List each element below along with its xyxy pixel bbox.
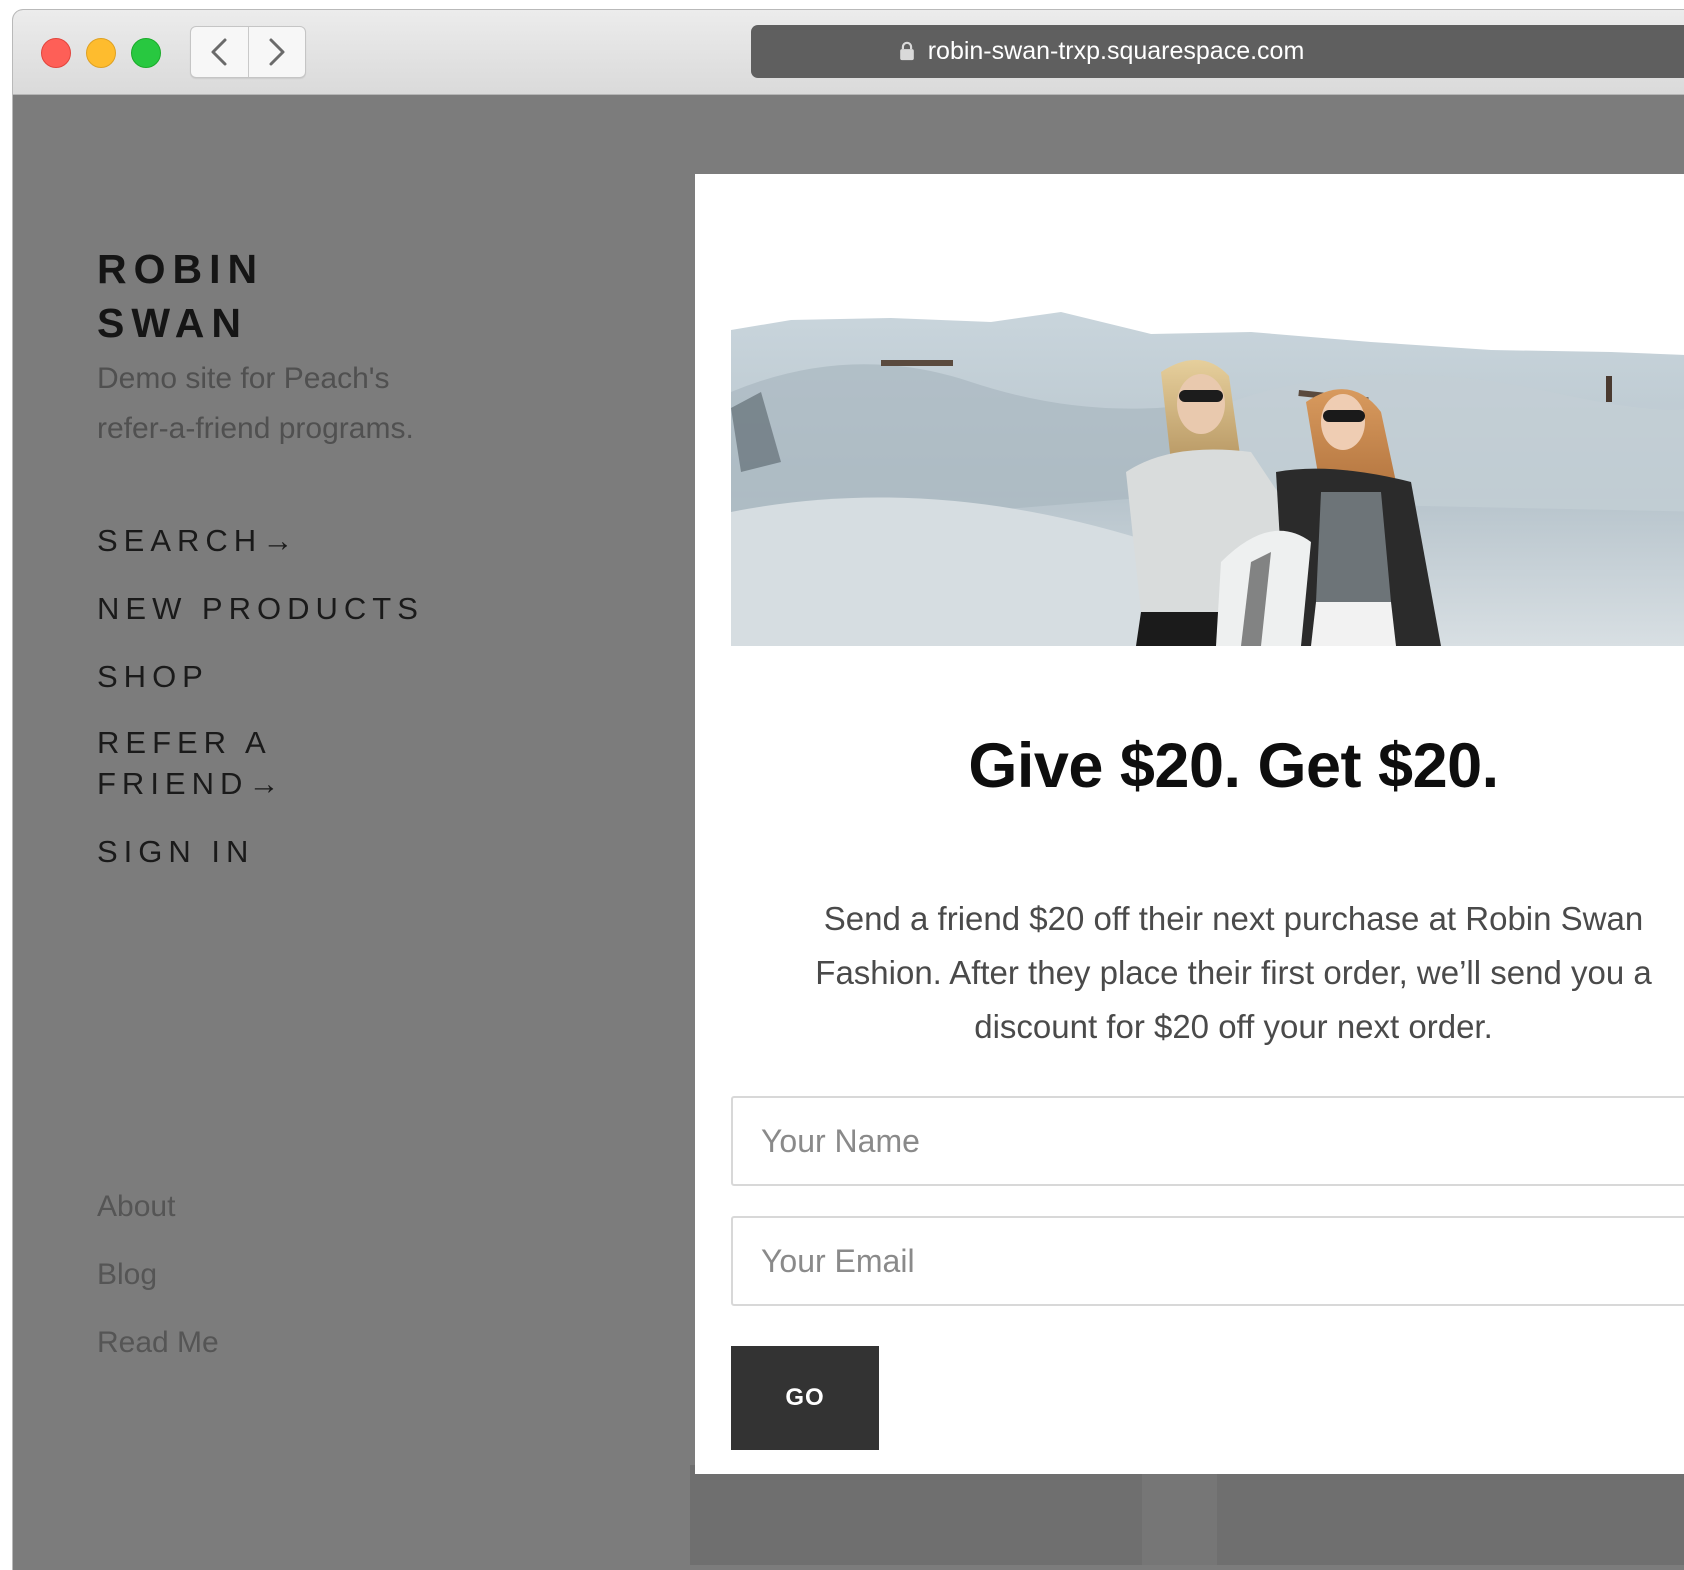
minimize-window-button[interactable] (86, 38, 116, 68)
chevron-left-icon (211, 38, 227, 66)
nav-new-products[interactable]: NEW PRODUCTS (97, 588, 517, 629)
lock-icon (899, 41, 914, 60)
refer-a-friend-modal: Give $20. Get $20. Send a friend $20 off… (695, 174, 1684, 1474)
nav-refer-line: REFER A (97, 725, 272, 760)
nav-shop[interactable]: SHOP (97, 656, 517, 697)
url-text: robin-swan-trxp.squarespace.com (927, 37, 1305, 65)
address-bar[interactable]: robin-swan-trxp.squarespace.com (751, 25, 1684, 78)
site-tagline: Demo site for Peach's refer-a-friend pro… (97, 354, 497, 454)
nav-read-me[interactable]: Read Me (97, 1326, 219, 1360)
go-button[interactable]: GO (731, 1346, 879, 1450)
modal-heading: Give $20. Get $20. (968, 731, 1499, 801)
main-navigation: SEARCH→ NEW PRODUCTS SHOP REFER A FRIEND… (97, 520, 517, 899)
background-content (690, 1465, 1684, 1565)
nav-sign-in[interactable]: SIGN IN (97, 831, 517, 872)
nav-search[interactable]: SEARCH→ (97, 520, 517, 561)
background-block (690, 1465, 1142, 1565)
forward-button[interactable] (247, 27, 306, 77)
your-name-input[interactable] (731, 1096, 1684, 1186)
maximize-window-button[interactable] (131, 38, 161, 68)
your-email-input[interactable] (731, 1216, 1684, 1306)
tagline-line: refer-a-friend programs. (97, 412, 414, 445)
logo-line: ROBIN (97, 246, 265, 292)
description-line: discount for $20 off your next order. (974, 1008, 1493, 1045)
logo-line: SWAN (97, 300, 248, 346)
hero-photo (731, 312, 1684, 646)
close-window-button[interactable] (41, 38, 71, 68)
browser-nav-buttons (190, 26, 306, 78)
nav-refer-line: FRIEND→ (97, 766, 286, 801)
nav-refer-a-friend[interactable]: REFER A FRIEND→ (97, 722, 517, 804)
nav-blog[interactable]: Blog (97, 1258, 219, 1292)
hero-image (731, 312, 1684, 646)
description-line: Fashion. After they place their first or… (815, 954, 1652, 991)
modal-description: Send a friend $20 off their next purchas… (731, 892, 1684, 1054)
nav-about[interactable]: About (97, 1190, 219, 1224)
footer-navigation: About Blog Read Me (97, 1190, 219, 1394)
browser-titlebar: robin-swan-trxp.squarespace.com (13, 10, 1684, 95)
chevron-right-icon (269, 38, 285, 66)
site-logo[interactable]: ROBIN SWAN (97, 242, 457, 350)
description-line: Send a friend $20 off their next purchas… (823, 900, 1644, 937)
browser-window: robin-swan-trxp.squarespace.com ROBIN SW… (13, 10, 1684, 1570)
back-button[interactable] (191, 27, 248, 77)
background-block (1217, 1465, 1684, 1565)
tagline-line: Demo site for Peach's (97, 362, 390, 395)
